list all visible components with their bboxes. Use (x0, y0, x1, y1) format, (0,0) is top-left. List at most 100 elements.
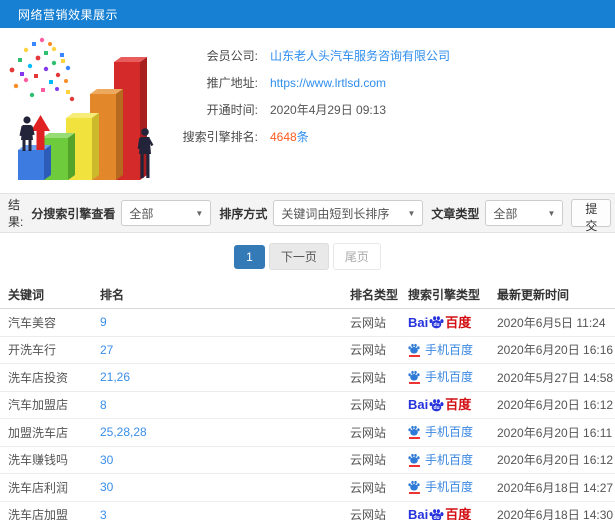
baidu-logo-icon: Bai du 百度 (408, 507, 472, 520)
col-header-engine-type: 搜索引擎类型 (408, 287, 481, 302)
rank-cell[interactable]: 30 (100, 453, 350, 467)
engine-cell: 手机百度 (408, 453, 497, 467)
rank-count-number: 4648 (270, 130, 297, 144)
updated-cell: 2020年6月18日 14:30 (497, 508, 614, 520)
chevron-down-icon: ▼ (407, 208, 416, 218)
rank-cell[interactable]: 30 (100, 480, 350, 494)
info-row-rank-count: 搜索引擎排名: 4648条 (178, 123, 450, 150)
engine-cell: Bai du 百度 (408, 508, 497, 520)
bar-chart-illustration-svg (9, 37, 154, 180)
rank-type-cell: 云网站 (350, 453, 387, 468)
rank-cell[interactable]: 8 (100, 398, 350, 412)
keyword-cell: 洗车店投资 (8, 370, 69, 385)
mobile-baidu-icon: 手机百度 (408, 343, 473, 357)
next-page-button[interactable]: 下一页 (268, 243, 329, 270)
submit-button[interactable]: 提交 (571, 199, 612, 233)
engine-cell: Bai du 百度 (408, 398, 497, 413)
table-header-row: 关键词 排名 排名类型 搜索引擎类型 最新更新时间 (0, 280, 615, 309)
engine-cell: Bai du 百度 (408, 315, 497, 330)
rank-count-value[interactable]: 4648条 (270, 128, 309, 145)
mobile-baidu-icon: 手机百度 (408, 453, 473, 467)
sort-filter-label: 排序方式 (219, 206, 268, 221)
table-row: 洗车店投资 21,26 云网站 手机百度 2020年5月27日 14:58 (0, 364, 615, 392)
ranking-table: 关键词 排名 排名类型 搜索引擎类型 最新更新时间 汽车美容 9 云网站 Bai… (0, 280, 615, 520)
updated-cell: 2020年5月27日 14:58 (497, 370, 614, 385)
page-button-1[interactable]: 1 (234, 244, 265, 269)
table-row: 洗车店利润 30 云网站 手机百度 2020年6月18日 14:27 (0, 474, 615, 502)
rank-count-unit[interactable]: 条 (297, 130, 309, 144)
table-row: 汽车美容 9 云网站 Bai du 百度 2020年6月5日 11:24 (0, 309, 615, 337)
info-section: 会员公司: 山东老人头汽车服务咨询有限公司 推广地址: https://www.… (0, 28, 615, 193)
header-bar: 网络营销效果展示 (0, 0, 615, 28)
rank-type-cell: 云网站 (350, 480, 387, 495)
engine-filter-value: 全部 (129, 206, 154, 221)
chevron-down-icon: ▼ (195, 208, 204, 218)
mobile-baidu-icon: 手机百度 (408, 425, 473, 440)
pagination: 1 下一页 尾页 (0, 233, 615, 280)
mobile-baidu-icon: 手机百度 (408, 480, 473, 495)
engine-filter-select[interactable]: 全部 ▼ (121, 200, 212, 226)
account-info-list: 会员公司: 山东老人头汽车服务咨询有限公司 推广地址: https://www.… (178, 28, 450, 193)
svg-text:du: du (434, 515, 440, 520)
table-row: 汽车加盟店 8 云网站 Bai du 百度 2020年6月20日 16:12 (0, 392, 615, 419)
table-row: 洗车店加盟 3 云网站 Bai du 百度 2020年6月18日 14:30 (0, 502, 615, 520)
keyword-cell: 加盟洗车店 (8, 425, 69, 440)
baidu-logo-icon: Bai du 百度 (408, 397, 472, 412)
updated-cell: 2020年6月20日 16:12 (497, 398, 614, 413)
engine-cell: 手机百度 (408, 343, 497, 357)
filter-group-article-type: 文章类型 全部 ▼ (431, 200, 564, 226)
engine-cell: 手机百度 (408, 480, 497, 495)
rank-count-label: 搜索引擎排名: (182, 130, 258, 144)
page-title: 网络营销效果展示 (18, 7, 119, 22)
keyword-cell: 洗车店加盟 (8, 508, 69, 520)
open-time-label: 开通时间: (206, 103, 258, 117)
company-name-link[interactable]: 山东老人头汽车服务咨询有限公司 (270, 47, 450, 64)
col-header-rank: 排名 (100, 287, 125, 302)
article-type-select[interactable]: 全部 ▼ (485, 200, 564, 226)
baidu-logo-icon: Bai du 百度 (408, 314, 472, 330)
rank-type-cell: 云网站 (350, 370, 387, 385)
open-time-value: 2020年4月29日 09:13 (270, 103, 387, 117)
marketing-illustration (0, 28, 178, 188)
col-header-keyword: 关键词 (8, 287, 45, 302)
col-header-rank-type: 排名类型 (350, 287, 399, 302)
last-page-button[interactable]: 尾页 (332, 243, 381, 270)
table-body: 汽车美容 9 云网站 Bai du 百度 2020年6月5日 11:24 开洗车行 … (0, 309, 615, 520)
updated-cell: 2020年6月5日 11:24 (497, 315, 606, 330)
keyword-cell: 开洗车行 (8, 343, 57, 358)
updated-cell: 2020年6月18日 14:27 (497, 480, 614, 495)
col-header-updated: 最新更新时间 (497, 287, 570, 302)
rank-cell[interactable]: 3 (100, 508, 350, 520)
article-type-label: 文章类型 (431, 206, 480, 221)
rank-type-cell: 云网站 (350, 425, 387, 440)
promo-url-link[interactable]: https://www.lrtlsd.com (270, 76, 386, 90)
results-label: 结果: (8, 198, 24, 229)
info-row-url: 推广地址: https://www.lrtlsd.com (178, 69, 450, 96)
engine-cell: 手机百度 (408, 370, 497, 385)
rank-cell[interactable]: 9 (100, 315, 350, 329)
marketing-effect-page: 网络营销效果展示 会员公司: 山东老人头汽车服务咨询有限公司 推广地址: htt… (0, 0, 615, 520)
rank-type-cell: 云网站 (350, 398, 387, 413)
sort-select[interactable]: 关键词由短到长排序 ▼ (273, 200, 424, 226)
chevron-down-icon: ▼ (547, 208, 556, 218)
table-row: 加盟洗车店 25,28,28 云网站 手机百度 2020年6月20日 16:11 (0, 419, 615, 447)
rank-type-cell: 云网站 (350, 315, 387, 330)
mobile-baidu-icon: 手机百度 (408, 370, 473, 385)
rank-cell[interactable]: 27 (100, 343, 350, 357)
engine-cell: 手机百度 (408, 425, 497, 440)
filter-group-engine: 分搜索引擎查看 全部 ▼ (31, 200, 212, 226)
rank-cell[interactable]: 25,28,28 (100, 425, 350, 439)
rank-type-cell: 云网站 (350, 343, 387, 358)
keyword-cell: 洗车赚钱吗 (8, 453, 69, 468)
company-label: 会员公司: (206, 49, 258, 63)
filter-band: 结果: 分搜索引擎查看 全部 ▼ 排序方式 关键词由短到长排序 ▼ 文章类型 全… (0, 193, 615, 233)
keyword-cell: 汽车加盟店 (8, 398, 69, 413)
svg-text:du: du (434, 405, 440, 411)
rank-type-cell: 云网站 (350, 508, 387, 520)
confetti-dots (9, 37, 75, 102)
info-row-open-time: 开通时间: 2020年4月29日 09:13 (178, 96, 450, 123)
engine-filter-label: 分搜索引擎查看 (31, 206, 116, 221)
updated-cell: 2020年6月20日 16:11 (497, 425, 613, 440)
keyword-cell: 洗车店利润 (8, 480, 69, 495)
rank-cell[interactable]: 21,26 (100, 370, 350, 384)
